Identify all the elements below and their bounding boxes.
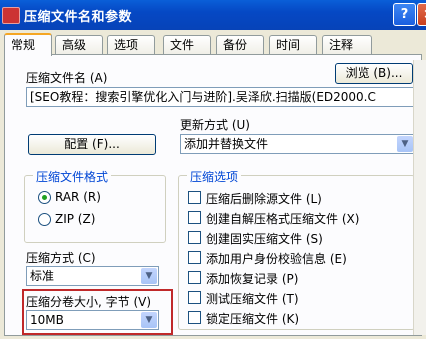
compression-method-select[interactable]: 标准 ▼ [26, 266, 159, 286]
update-mode-select[interactable]: 添加并替换文件 ▼ [180, 134, 415, 154]
tab-backup[interactable]: 备份 [216, 35, 264, 54]
tab-general[interactable]: 常规 [4, 33, 52, 56]
rar-radio-label: RAR (R) [55, 190, 101, 204]
compression-method-value: 标准 [30, 269, 55, 283]
delete-after-checkbox[interactable] [188, 191, 201, 204]
title-bar: 压缩文件名和参数 ? × [0, 0, 426, 30]
test-label: 测试压缩文件 (T) [206, 292, 299, 306]
archive-format-group: 压缩文件格式 RAR (R) ZIP (Z) [24, 168, 166, 243]
rar-radio[interactable] [38, 191, 51, 204]
solid-checkbox[interactable] [188, 231, 201, 244]
window-title: 压缩文件名和参数 [24, 10, 133, 25]
sfx-checkbox[interactable] [188, 211, 201, 224]
tab-advanced[interactable]: 高级 [55, 35, 103, 54]
archive-options-title: 压缩选项 [187, 168, 242, 185]
tab-comment[interactable]: 注释 [322, 35, 372, 54]
browse-button[interactable]: 浏览 (B)... [335, 63, 413, 84]
auth-label: 添加用户身份校验信息 (E) [206, 252, 347, 266]
lock-checkbox[interactable] [188, 311, 201, 324]
side-scrollbar[interactable] [413, 60, 426, 335]
general-tab-panel: 压缩文件名 (A) 浏览 (B)... [SEO教程：搜索引擎优化入门与进阶].… [4, 54, 422, 336]
tab-time[interactable]: 时间 [269, 35, 317, 54]
update-mode-value: 添加并替换文件 [184, 137, 269, 151]
winrar-app-icon [2, 7, 20, 24]
auth-checkbox[interactable] [188, 251, 201, 264]
profiles-button[interactable]: 配置 (F)... [28, 134, 156, 155]
test-checkbox[interactable] [188, 291, 201, 304]
solid-label: 创建固实压缩文件 (S) [206, 232, 323, 246]
lock-label: 锁定压缩文件 (K) [206, 312, 300, 326]
zip-radio-label: ZIP (Z) [55, 212, 96, 226]
delete-after-label: 压缩后删除源文件 (L) [206, 192, 322, 206]
help-button[interactable]: ? [393, 3, 416, 26]
chevron-down-icon: ▼ [397, 136, 413, 152]
close-button[interactable]: × [417, 3, 426, 26]
archive-options-group: 压缩选项 压缩后删除源文件 (L) 创建自解压格式压缩文件 (X) 创建固实压缩… [178, 168, 415, 330]
recovery-label: 添加恢复记录 (P) [206, 272, 299, 286]
compression-method-label: 压缩方式 (C) [26, 251, 96, 265]
zip-radio[interactable] [38, 213, 51, 226]
volume-size-value: 10MB [30, 313, 64, 327]
chevron-down-icon: ▼ [141, 268, 157, 284]
volume-size-label: 压缩分卷大小, 字节 (V) [26, 295, 152, 309]
archive-format-title: 压缩文件格式 [33, 168, 112, 185]
update-mode-label: 更新方式 (U) [180, 118, 250, 132]
volume-size-select[interactable]: 10MB ▼ [26, 310, 159, 330]
archive-name-value: [SEO教程：搜索引擎优化入门与进阶].吴泽欣.扫描版(ED2000.C [30, 90, 376, 104]
archive-name-input[interactable]: [SEO教程：搜索引擎优化入门与进阶].吴泽欣.扫描版(ED2000.C [26, 87, 415, 107]
tab-files[interactable]: 文件 [163, 35, 211, 54]
archive-name-label: 压缩文件名 (A) [26, 71, 108, 85]
sfx-label: 创建自解压格式压缩文件 (X) [206, 212, 360, 226]
tab-options[interactable]: 选项 [107, 35, 155, 54]
chevron-down-icon: ▼ [141, 312, 157, 328]
recovery-checkbox[interactable] [188, 271, 201, 284]
